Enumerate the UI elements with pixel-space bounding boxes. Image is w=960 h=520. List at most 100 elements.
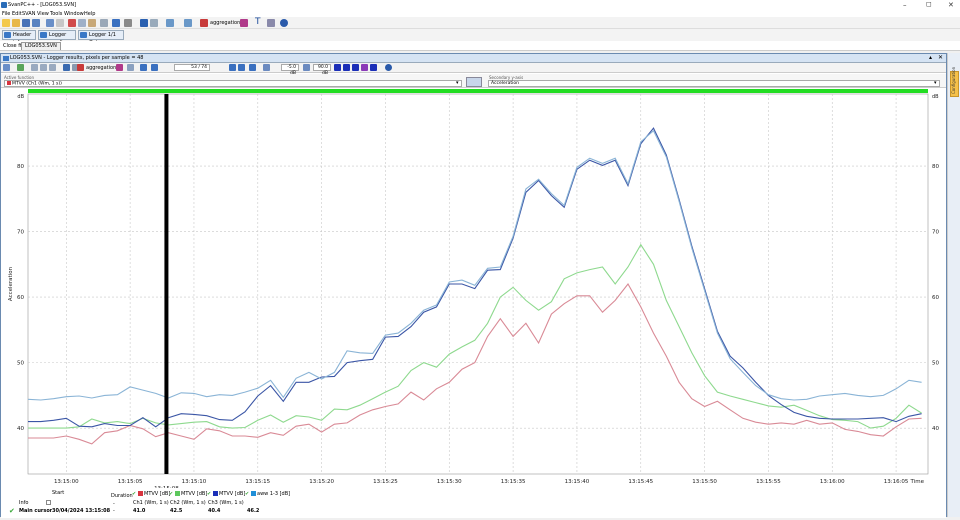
app-icon — [1, 2, 7, 8]
zoom-out-icon[interactable] — [40, 64, 47, 71]
x-tick-label-13: 13:16:05 — [884, 479, 909, 485]
cursor-icon[interactable] — [63, 64, 70, 71]
save-all-icon[interactable] — [32, 19, 40, 27]
ch2-check-icon[interactable]: ✔ — [169, 491, 173, 497]
y-tick-label-right-1: 50 — [932, 361, 939, 367]
chart-type-icon[interactable] — [17, 64, 24, 71]
configuration-tab[interactable]: Configuration — [950, 67, 959, 97]
info-dropdown-icon[interactable] — [46, 500, 51, 505]
logger-results-button[interactable]: Logger results — [38, 30, 76, 46]
x-tick-label-2: 13:15:10 — [182, 479, 207, 485]
active-function-select[interactable]: MTVV (Ch1 (Wm, 1 s)) — [4, 80, 462, 87]
paste-icon[interactable] — [88, 19, 96, 27]
y-tick-label-left-0: 40 — [17, 426, 24, 432]
x-tick-label-4: 13:15:20 — [309, 479, 334, 485]
prev-page-icon[interactable] — [140, 64, 147, 71]
ch1-name: MTVV [dB] — [144, 491, 171, 497]
new-icon[interactable] — [2, 19, 10, 27]
child-aggregation-button[interactable]: aggregation — [86, 65, 116, 71]
duration-dash: - — [113, 501, 115, 507]
logger-octave-button[interactable]: Logger 1/1 Octave — [78, 30, 124, 46]
zoom-icon[interactable] — [240, 19, 248, 27]
secondary-axis-chevron-icon[interactable]: ▾ — [934, 80, 937, 86]
wrench-icon[interactable] — [124, 19, 132, 27]
header-info-icon — [4, 32, 11, 38]
aggregation-button[interactable]: aggregation — [210, 20, 240, 26]
zoom-in-icon[interactable] — [31, 64, 38, 71]
range-up-icon[interactable] — [303, 64, 310, 71]
next-page-icon[interactable] — [229, 64, 236, 71]
markers-icon[interactable] — [184, 19, 192, 27]
undo-icon[interactable] — [100, 19, 108, 27]
legend-icon[interactable] — [361, 64, 368, 71]
secondary-axis-select[interactable]: Acceleration — [488, 80, 940, 87]
y-fit-icon[interactable] — [343, 64, 350, 71]
maximize-icon[interactable]: ◻ — [926, 0, 932, 8]
child-aggregation-icon[interactable] — [77, 64, 84, 71]
ch2-column: MTVV [dB] — [175, 491, 207, 497]
x-tick-label-6: 13:15:30 — [437, 479, 462, 485]
aww-check-icon[interactable]: ✔ — [245, 491, 249, 497]
last-page-icon[interactable] — [238, 64, 245, 71]
ch2-sub: Ch2 (Wm, 1 s) — [170, 500, 206, 506]
child-help-icon[interactable] — [385, 64, 392, 71]
settings-icon[interactable] — [267, 19, 275, 27]
aww-column: aww 1-3 [dB] — [251, 491, 290, 497]
ch1-check-icon[interactable]: ✔ — [132, 491, 136, 497]
ch3-check-icon[interactable]: ✔ — [207, 491, 211, 497]
configuration-label: Configuration — [951, 66, 956, 94]
ch1-column: MTVV [dB] — [138, 491, 170, 497]
minimize-icon[interactable]: – — [903, 1, 907, 9]
cursor-time-label: 13:15:08 — [154, 486, 179, 488]
logger-octave-icon — [80, 32, 87, 38]
x-tick-label-7: 13:15:35 — [501, 479, 526, 485]
open-folder-icon[interactable] — [12, 19, 20, 27]
range-down-icon[interactable] — [263, 64, 270, 71]
app-title: SvanPC++ - [LOG053.SVN] — [8, 2, 77, 8]
text-icon[interactable]: T — [255, 17, 261, 27]
status-panel: Start Duration Info ✔ Main cursor 30/04/… — [1, 489, 946, 518]
range-low-field[interactable]: -5.0 dB — [281, 64, 299, 76]
child-close-icon[interactable]: ✕ — [938, 54, 943, 61]
app-title-bar: SvanPC++ - [LOG053.SVN] – ◻ ✕ — [0, 0, 960, 10]
child-zoom-icon[interactable] — [116, 64, 123, 71]
list-icon[interactable] — [150, 19, 158, 27]
save-icon[interactable] — [22, 19, 30, 27]
print-icon[interactable] — [46, 19, 54, 27]
log-scale-icon[interactable] — [352, 64, 359, 71]
page-counter-field[interactable]: 53 / 74 — [174, 64, 210, 71]
zoom-fit-icon[interactable] — [49, 64, 56, 71]
cut-icon[interactable] — [68, 19, 76, 27]
active-function-chevron-icon[interactable]: ▾ — [456, 80, 459, 86]
child-toolbar: aggregation 53 / 74 -5.0 dB 90.0 dB — [1, 63, 946, 76]
side-panel: Configuration — [947, 53, 960, 517]
y-axis-label-left: Acceleration — [8, 266, 14, 301]
fit-icon[interactable] — [127, 64, 134, 71]
child-window-icon — [3, 56, 9, 61]
first-page-icon[interactable] — [151, 64, 158, 71]
header-info-button[interactable]: Header info — [2, 30, 36, 46]
axis-icon[interactable] — [166, 19, 174, 27]
start-label: Start — [52, 490, 65, 496]
copy-icon[interactable] — [78, 19, 86, 27]
child-restore-icon[interactable]: ▴ — [929, 54, 932, 61]
acceleration-chart[interactable]: 40405050606070708080dBdBAccelerationAcce… — [4, 88, 939, 488]
main-cursor-label: Main cursor — [19, 508, 53, 514]
tools-icon[interactable] — [112, 19, 120, 27]
secondary-axis-icon[interactable] — [466, 77, 482, 87]
tab-log053[interactable]: LOG053.SVN — [21, 42, 61, 50]
aww-name: aww 1-3 [dB] — [257, 491, 291, 497]
view-icon[interactable] — [3, 64, 10, 71]
y-scale-icon[interactable] — [334, 64, 341, 71]
print-preview-icon[interactable] — [56, 19, 64, 27]
y-tick-label-right-0: 40 — [932, 426, 939, 432]
export-icon[interactable] — [370, 64, 377, 71]
aww-value: 46.2 — [247, 508, 260, 514]
range-high-field[interactable]: 90.0 dB — [313, 64, 331, 76]
close-icon[interactable]: ✕ — [948, 1, 954, 9]
table-icon[interactable] — [140, 19, 148, 27]
scroll-icon[interactable] — [249, 64, 256, 71]
aggregation-icon[interactable] — [200, 19, 208, 27]
child-title-bar: LOG053.SVN - Logger results, pixels per … — [1, 54, 946, 63]
help-icon[interactable] — [280, 19, 288, 27]
